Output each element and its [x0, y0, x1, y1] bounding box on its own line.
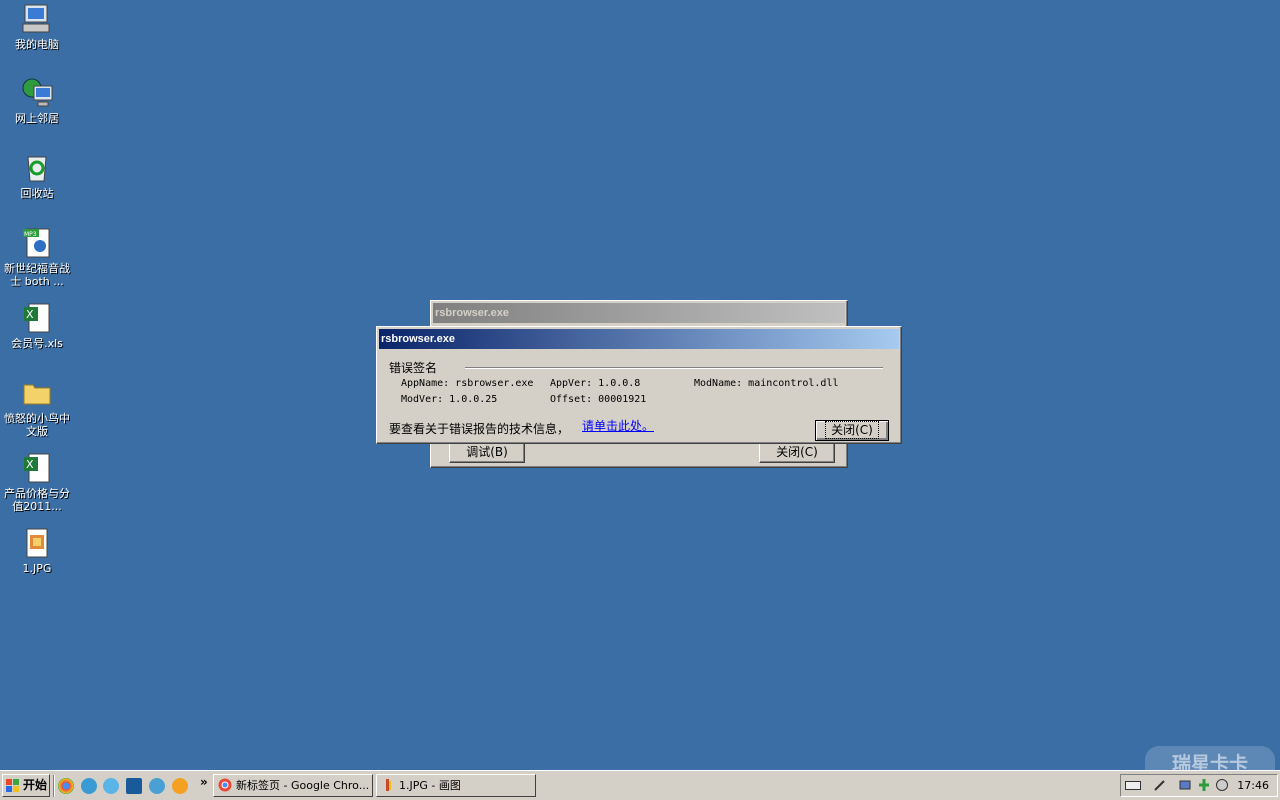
jpg-file-icon — [26, 528, 48, 558]
desktop-icon-mp3[interactable]: MP3 新世纪福音战士 both ... — [4, 226, 70, 288]
desktop-icon-label: 回收站 — [20, 187, 54, 200]
qq-quicklaunch-icon[interactable] — [103, 778, 119, 794]
app-ver-text: AppVer: 1.0.0.8 — [550, 378, 641, 389]
task-button-label: 新标签页 - Google Chro... — [236, 779, 370, 792]
desktop-icon-network[interactable]: 网上邻居 — [4, 76, 70, 125]
error-close-button-label: 关闭(C) — [825, 421, 879, 439]
desktop-icon-label: 1.JPG — [22, 562, 52, 575]
debug-button-label: 调试(B) — [466, 445, 508, 459]
taskbar: 开始 » 新标签页 - Google Chro... 1.JPG - 画图 17… — [0, 770, 1280, 800]
error-signature-label: 错误签名 — [389, 361, 438, 375]
excel-file-icon: X — [24, 453, 50, 483]
mp3-file-icon: MP3 — [23, 228, 50, 258]
system-tray: 17:46 — [1120, 774, 1278, 797]
paint-icon — [386, 779, 391, 791]
desktop-icon-label: 产品价格与分值2011... — [4, 487, 70, 513]
desktop-icon-label: 会员号.xls — [11, 337, 63, 350]
desktop-icon-label: 愤怒的小鸟中文版 — [4, 412, 70, 438]
desktop-icon-my-computer[interactable]: 我的电脑 — [4, 2, 70, 51]
svg-text:MP3: MP3 — [24, 231, 37, 238]
desktop-icon-members-xls[interactable]: X 会员号.xls — [4, 301, 70, 350]
desktop-icon-recycle-bin[interactable]: 回收站 — [4, 151, 70, 200]
desktop-icon-label: 我的电脑 — [15, 38, 59, 51]
desktop-icon-price-xls[interactable]: X 产品价格与分值2011... — [4, 451, 70, 513]
folder-icon — [23, 384, 51, 405]
mod-ver-text: ModVer: 1.0.0.25 — [401, 394, 498, 405]
mod-name-text: ModName: maincontrol.dll — [694, 378, 839, 389]
media-quicklaunch-icon[interactable] — [149, 778, 165, 794]
pen-icon[interactable] — [1153, 778, 1167, 792]
task-button-chrome[interactable]: 新标签页 - Google Chro... — [213, 774, 373, 797]
desktop-icon-angry-birds-folder[interactable]: 愤怒的小鸟中文版 — [4, 376, 70, 438]
svg-text:X: X — [26, 458, 34, 471]
debug-button[interactable]: 调试(B) — [449, 442, 525, 463]
task-button-label: 1.JPG - 画图 — [399, 779, 461, 792]
windows-flag-icon — [6, 779, 19, 792]
task-button-paint[interactable]: 1.JPG - 画图 — [376, 774, 536, 797]
start-label: 开始 — [23, 778, 48, 792]
back-close-button[interactable]: 关闭(C) — [759, 442, 835, 463]
app-quicklaunch-icon[interactable] — [126, 778, 142, 794]
network-tray-icon[interactable] — [1179, 778, 1193, 792]
chrome-quicklaunch-icon[interactable] — [58, 778, 74, 794]
back-close-button-label: 关闭(C) — [776, 445, 818, 459]
error-dialog: rsbrowser.exe 错误签名 AppName: rsbrowser.ex… — [376, 326, 902, 444]
group-divider — [465, 367, 883, 369]
desktop-icon-label: 网上邻居 — [15, 112, 59, 125]
desktop-icon-jpg[interactable]: 1.JPG — [4, 526, 70, 575]
excel-file-icon: X — [24, 303, 50, 333]
network-places-icon — [22, 78, 53, 107]
error-dialog-title: rsbrowser.exe — [379, 329, 899, 349]
keyboard-icon[interactable] — [1125, 779, 1141, 791]
recycle-bin-icon — [27, 156, 47, 182]
desktop-icon-label: 新世纪福音战士 both ... — [4, 262, 70, 288]
error-close-button[interactable]: 关闭(C) — [815, 420, 889, 441]
svg-text:X: X — [26, 308, 34, 321]
browser-quicklaunch-icon[interactable] — [172, 778, 188, 794]
start-button[interactable]: 开始 — [2, 774, 50, 797]
antivirus-tray-icon[interactable] — [1197, 778, 1211, 792]
chrome-icon — [218, 778, 232, 792]
shield-tray-icon[interactable] — [1215, 778, 1229, 792]
taskbar-separator — [53, 775, 55, 797]
app-name-text: AppName: rsbrowser.exe — [401, 378, 534, 389]
quicklaunch-overflow-chevron-icon[interactable]: » — [200, 775, 208, 789]
clock[interactable]: 17:46 — [1237, 775, 1269, 796]
click-here-link[interactable]: 请单击此处。 — [582, 417, 654, 434]
back-dialog-title: rsbrowser.exe — [433, 303, 845, 323]
offset-text: Offset: 00001921 — [550, 394, 647, 405]
tech-info-text: 要查看关于错误报告的技术信息， — [389, 422, 570, 436]
ie-quicklaunch-icon[interactable] — [81, 778, 97, 794]
my-computer-icon — [22, 4, 50, 33]
